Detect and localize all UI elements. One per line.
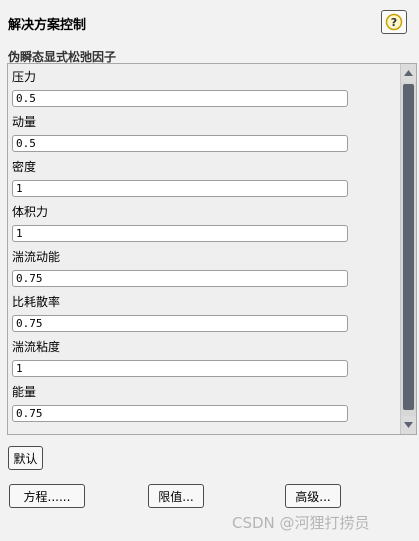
scroll-down-button[interactable] <box>401 416 416 434</box>
turbulent-kinetic-energy-input[interactable]: 0.75 <box>12 270 348 287</box>
relaxation-factors-panel: 压力 0.5 动量 0.5 密度 1 体积力 1 湍流动能 0.75 比耗散率 … <box>7 63 417 435</box>
turbulent-viscosity-input[interactable]: 1 <box>12 360 348 377</box>
vertical-scrollbar[interactable] <box>400 64 416 434</box>
watermark: CSDN @河狸打捞员 <box>232 514 370 532</box>
field-pressure: 压力 0.5 <box>12 67 400 107</box>
body-force-label: 体积力 <box>12 205 49 219</box>
pressure-input[interactable]: 0.5 <box>12 90 348 107</box>
field-specific-dissipation-rate: 比耗散率 0.75 <box>12 292 400 332</box>
energy-label: 能量 <box>12 385 37 399</box>
field-turbulent-viscosity: 湍流粘度 1 <box>12 337 400 377</box>
field-energy: 能量 0.75 <box>12 382 400 422</box>
default-button[interactable]: 默认 <box>8 446 43 470</box>
limits-button[interactable]: 限值... <box>148 484 204 508</box>
field-density: 密度 1 <box>12 157 400 197</box>
field-turbulent-kinetic-energy: 湍流动能 0.75 <box>12 247 400 287</box>
svg-text:?: ? <box>391 16 397 29</box>
momentum-input[interactable]: 0.5 <box>12 135 348 152</box>
equations-button[interactable]: 方程...... <box>9 484 85 508</box>
field-body-force: 体积力 1 <box>12 202 400 242</box>
scroll-thumb[interactable] <box>403 84 414 410</box>
field-momentum: 动量 0.5 <box>12 112 400 152</box>
turbulent-viscosity-label: 湍流粘度 <box>12 340 61 354</box>
energy-input[interactable]: 0.75 <box>12 405 348 422</box>
help-button[interactable]: ? <box>381 10 407 34</box>
body-force-input[interactable]: 1 <box>12 225 348 242</box>
dialog-title: 解决方案控制 <box>8 18 87 33</box>
arrow-up-icon <box>404 70 413 76</box>
density-label: 密度 <box>12 160 37 174</box>
density-input[interactable]: 1 <box>12 180 348 197</box>
advanced-button[interactable]: 高级... <box>285 484 341 508</box>
specific-dissipation-rate-input[interactable]: 0.75 <box>12 315 348 332</box>
turbulent-kinetic-energy-label: 湍流动能 <box>12 250 61 264</box>
scroll-up-button[interactable] <box>401 64 416 82</box>
momentum-label: 动量 <box>12 115 37 129</box>
specific-dissipation-rate-label: 比耗散率 <box>12 295 61 309</box>
question-mark-icon: ? <box>385 13 403 31</box>
pressure-label: 压力 <box>12 70 37 84</box>
arrow-down-icon <box>404 422 413 428</box>
field-list: 压力 0.5 动量 0.5 密度 1 体积力 1 湍流动能 0.75 比耗散率 … <box>12 67 400 427</box>
